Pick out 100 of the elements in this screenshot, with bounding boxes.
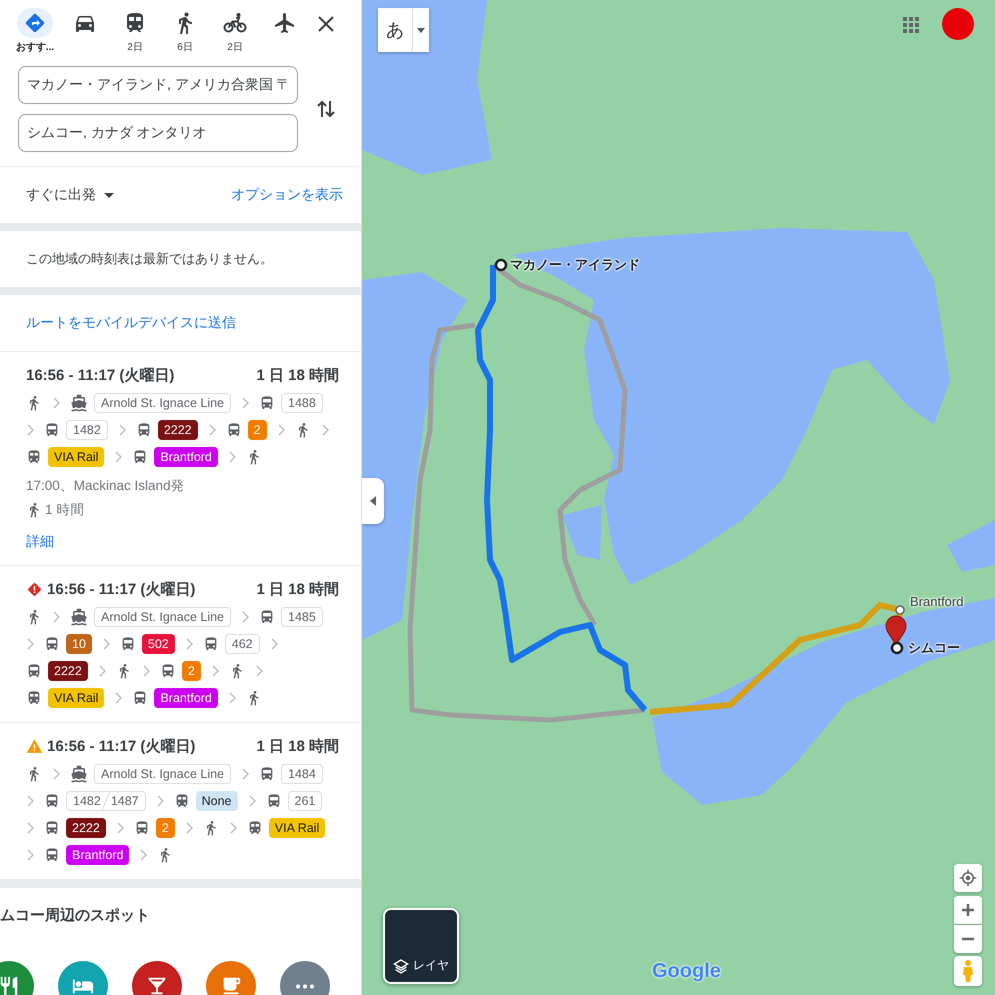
more-icon [296,984,314,988]
route-badge: 2222 [48,661,88,681]
route-badge: VIA Rail [268,818,326,838]
location-icon [959,869,977,887]
bus-icon [132,690,148,706]
chevron-icon [254,665,263,677]
route-times: 16:56 - 11:17 (火曜日) [47,580,196,599]
chevron-icon [276,424,285,436]
route-badge: Arnold St. Ignace Line [94,393,231,413]
route-badge: VIA Rail [48,688,104,708]
ship-icon [70,394,88,412]
map-place-label: Brantford [910,594,964,609]
layers-button[interactable]: レイヤ [383,908,459,984]
chevron-icon [114,692,122,704]
chevron-icon [228,451,236,463]
route-badge: 2 [248,420,267,440]
person-icon [962,960,974,982]
zoom-in-button[interactable] [954,896,982,924]
section-title: ムコー周辺のスポット [0,906,151,925]
map-place-label: シムコー [908,639,960,657]
input-tool-button[interactable]: あ [378,8,429,52]
origin-field[interactable]: マカノー・アイランド, アメリカ合衆国 〒 [18,66,298,104]
travel-mode-tab[interactable]: 2日 [210,8,260,54]
bus-icon [266,793,282,809]
train-icon [26,449,42,465]
destination-field[interactable]: シムコー, カナダ オンタリオ [18,114,298,152]
route-badge: 1485 [281,607,323,627]
chevron-icon [270,638,278,650]
chevron-icon [26,424,34,436]
chevron-icon [228,692,236,704]
chevron-icon [208,424,216,436]
chevron-icon [241,768,249,780]
route-times: 16:56 - 11:17 (火曜日) [26,366,174,385]
chevron-icon [241,611,249,623]
route-badge: Arnold St. Ignace Line [94,764,231,784]
caret-icon [370,496,376,506]
chevron-icon [116,822,124,834]
close-button[interactable] [316,14,336,34]
route-badge: 2222 [66,818,106,838]
bicycle-icon [223,11,247,35]
warning-icon [26,738,43,755]
route-badge: 261 [288,791,322,811]
route-badge: None [196,791,238,811]
route-line[interactable] [408,322,646,722]
bus-icon [44,820,60,836]
chevron-icon [102,638,110,650]
layers-icon [393,958,409,974]
map-logo: Google [652,960,721,983]
ship-icon [70,765,88,783]
map-place-label: マカノー・アイランド [510,256,640,274]
travel-mode-tab[interactable]: 2日 [110,8,160,54]
details-link[interactable]: 詳細 [26,533,339,551]
chevron-icon [248,795,256,807]
route-number-badge: 1482 1487 [66,791,146,811]
bus-icon [259,766,275,782]
bus-icon [26,663,42,679]
route-badge: VIA Rail [48,447,104,467]
chevron-icon [184,638,193,650]
train-icon [174,793,190,809]
chevron-icon [26,795,34,807]
my-location-button[interactable] [954,864,982,892]
fork-knife-icon [0,975,20,995]
route-badge: 2 [182,661,201,681]
send-to-device-link[interactable]: ルートをモバイルデバイスに送信 [26,314,236,332]
caret-icon [417,28,425,32]
apps-grid-icon[interactable] [902,16,920,34]
bus-icon [136,422,152,438]
bus-icon [160,663,176,679]
route-badge: Arnold St. Ignace Line [94,607,231,627]
destination-marker [890,642,904,654]
route-badge: 462 [224,634,260,654]
bus-icon [44,847,60,863]
chevron-icon [98,665,106,677]
options-link[interactable]: オプションを表示 [231,186,343,204]
walk-time: 1 時間 [45,501,84,519]
cocktail-glass-icon [146,975,168,995]
departure-info: 17:00、Mackinac Island発 [26,477,186,495]
collapse-panel-button[interactable] [362,478,384,524]
stop-marker [895,605,905,615]
chevron-icon [26,822,34,834]
travel-mode-tab[interactable]: おすす... [10,8,60,54]
plus-icon [961,903,975,917]
bus-icon [134,820,150,836]
route-badge: 10 [66,634,92,654]
departure-dropdown[interactable]: すぐに出発 [26,186,114,204]
route-badge: 1488 [281,393,323,413]
route-badge: 2 [156,818,175,838]
bus-icon [44,636,60,652]
airplane-icon [273,11,297,35]
chevron-icon [114,451,122,463]
travel-mode-tab[interactable]: 6日 [160,8,210,54]
caret-icon [104,192,114,198]
zoom-out-button[interactable] [954,925,982,953]
bus-icon [259,609,275,625]
bus-icon [44,793,60,809]
chevron-icon [52,611,60,623]
chevron-icon [228,822,237,834]
route-badge: Brantford [154,688,218,708]
chevron-icon [139,849,148,861]
route-badge: 2222 [158,420,198,440]
